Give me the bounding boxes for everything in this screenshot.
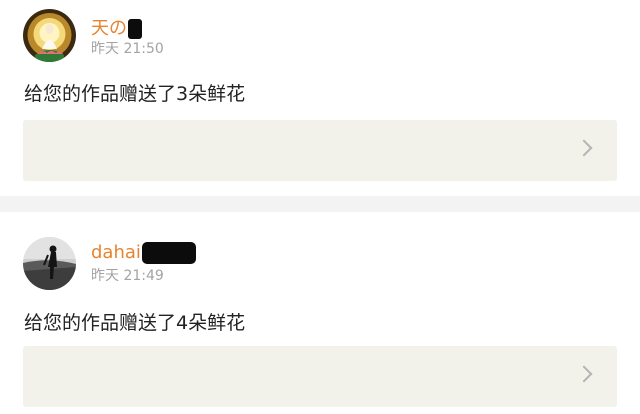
- notification-message: 给您的作品赠送了4朵鲜花: [24, 312, 246, 334]
- timestamp: 昨天 21:50: [91, 41, 164, 57]
- avatar[interactable]: [23, 9, 76, 62]
- redaction-block: [141, 242, 196, 264]
- username[interactable]: dahai: [91, 242, 196, 264]
- bodhisattva-avatar-icon: [23, 9, 76, 62]
- timestamp: 昨天 21:49: [91, 268, 164, 284]
- notification-message: 给您的作品赠送了3朵鲜花: [24, 83, 246, 105]
- username-text: 天の: [91, 18, 127, 39]
- chevron-right-icon: [575, 365, 593, 383]
- notification-item: 天の 昨天 21:50 给您的作品赠送了3朵鲜花: [0, 0, 640, 196]
- work-link-card[interactable]: [23, 346, 617, 407]
- avatar[interactable]: [23, 237, 76, 290]
- person-photo-avatar-icon: [23, 237, 76, 290]
- username-text: dahai: [91, 242, 141, 263]
- redaction-block: [128, 19, 142, 39]
- work-link-card[interactable]: [23, 120, 617, 181]
- chevron-right-icon: [575, 139, 593, 157]
- notification-item: dahai 昨天 21:49 给您的作品赠送了4朵鲜花: [0, 212, 640, 414]
- username[interactable]: 天の: [91, 14, 142, 40]
- section-divider: [0, 196, 640, 212]
